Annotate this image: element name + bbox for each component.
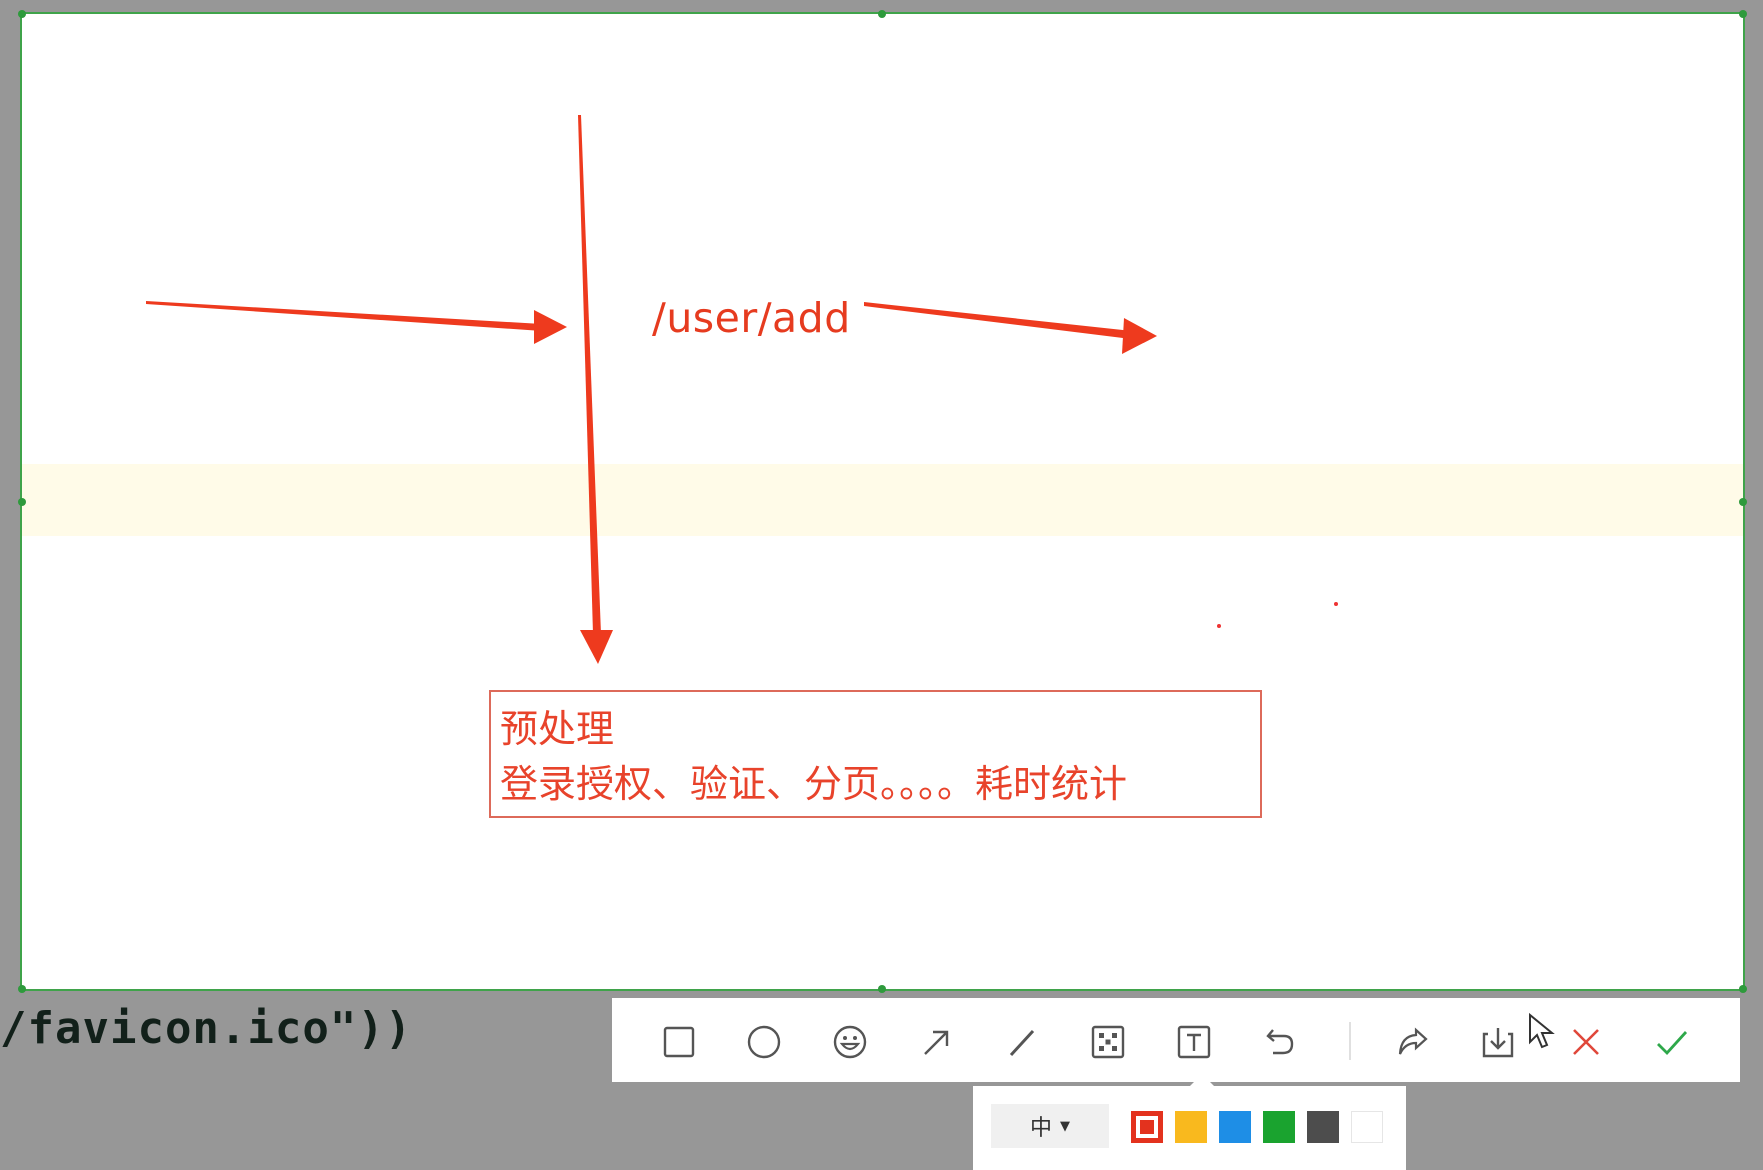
color-swatch-gray[interactable] — [1307, 1111, 1339, 1143]
emoji-tool-button[interactable] — [826, 1018, 874, 1066]
color-swatch-blue[interactable] — [1219, 1111, 1251, 1143]
cancel-button[interactable] — [1562, 1018, 1610, 1066]
resize-handle-right[interactable] — [1739, 498, 1747, 506]
annotation-toolbar — [612, 998, 1740, 1082]
color-size-panel: 中 ▼ — [973, 1086, 1406, 1170]
share-icon — [1398, 1027, 1428, 1055]
square-icon — [663, 1026, 695, 1058]
save-button[interactable] — [1474, 1018, 1522, 1066]
pen-line-icon — [1009, 1029, 1035, 1057]
arrow-annotation-right[interactable] — [864, 302, 1157, 354]
rectangle-tool-button[interactable] — [655, 1018, 703, 1066]
check-icon — [1657, 1031, 1688, 1056]
undo-button[interactable] — [1256, 1018, 1304, 1066]
resize-handle-bottom-left[interactable] — [18, 985, 26, 993]
resize-handle-top-left[interactable] — [18, 10, 26, 18]
arrow-tool-button[interactable] — [912, 1018, 960, 1066]
text-annotation-box[interactable]: 预处理 登录授权、验证、分页。。。。耗时统计 — [489, 690, 1262, 818]
share-button[interactable] — [1388, 1018, 1436, 1066]
mouse-cursor-icon — [1529, 1012, 1555, 1049]
smiley-icon — [833, 1025, 867, 1059]
screenshot-selection-area[interactable]: /user/add 预处理 登录授权、验证、分页。。。。耗时统计 — [18, 10, 1747, 993]
arrow-annotation-down[interactable] — [578, 115, 613, 664]
text-box-line: 预处理 — [500, 707, 615, 751]
color-swatch-green[interactable] — [1263, 1111, 1295, 1143]
resize-handle-top[interactable] — [878, 10, 886, 18]
text-tool-button[interactable] — [1170, 1018, 1218, 1066]
color-swatch-white[interactable] — [1351, 1111, 1383, 1143]
font-size-value: 中 — [1029, 1116, 1052, 1141]
path-label-annotation[interactable]: /user/add — [652, 294, 851, 342]
text-icon — [1177, 1025, 1211, 1059]
ellipse-tool-button[interactable] — [740, 1018, 788, 1066]
color-swatch-red[interactable] — [1131, 1111, 1163, 1143]
mosaic-tool-button[interactable] — [1084, 1018, 1132, 1066]
text-box-line: 登录授权、验证、分页。。。。耗时统计 — [500, 762, 1128, 806]
color-swatch-yellow[interactable] — [1175, 1111, 1207, 1143]
line-tool-button[interactable] — [998, 1018, 1046, 1066]
stray-dot — [1334, 602, 1338, 606]
font-size-select[interactable]: 中 ▼ — [991, 1104, 1109, 1148]
confirm-button[interactable] — [1648, 1018, 1696, 1066]
toolbar-divider — [1349, 1022, 1351, 1060]
resize-handle-left[interactable] — [18, 498, 26, 506]
resize-handle-top-right[interactable] — [1739, 10, 1747, 18]
resize-handle-bottom-right[interactable] — [1739, 985, 1747, 993]
chevron-down-icon: ▼ — [1060, 1118, 1070, 1134]
background-code-text: /favicon.ico")) — [0, 1003, 413, 1054]
download-icon — [1482, 1028, 1514, 1058]
mosaic-icon — [1091, 1025, 1125, 1059]
circle-icon — [747, 1025, 781, 1059]
arrow-annotation-left[interactable] — [146, 301, 567, 344]
resize-handle-bottom[interactable] — [878, 985, 886, 993]
subpanel-pointer — [1190, 1074, 1214, 1086]
close-icon — [1573, 1029, 1599, 1055]
annotation-layer — [146, 115, 1338, 664]
arrow-icon — [924, 1030, 949, 1055]
stray-dot — [1217, 624, 1221, 628]
undo-icon — [1266, 1029, 1294, 1055]
